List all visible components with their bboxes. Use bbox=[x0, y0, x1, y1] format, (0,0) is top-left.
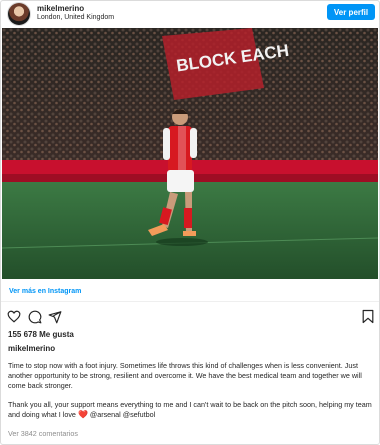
caption-paragraph-2-text: Thank you all, your support means everyt… bbox=[8, 400, 372, 419]
view-comments-link[interactable]: Ver 3842 comentarios bbox=[8, 429, 78, 438]
instagram-embed-card: mikelmerino London, United Kingdom Ver p… bbox=[0, 0, 380, 445]
mention-sefutbol[interactable]: @sefutbol bbox=[123, 410, 155, 419]
post-header: mikelmerino London, United Kingdom Ver p… bbox=[1, 1, 379, 27]
share-icon[interactable] bbox=[48, 310, 62, 324]
comment-icon[interactable] bbox=[28, 310, 42, 324]
bookmark-icon[interactable] bbox=[362, 309, 374, 324]
like-count[interactable]: 155 678 Me gusta bbox=[8, 330, 74, 339]
location[interactable]: London, United Kingdom bbox=[37, 14, 114, 21]
view-profile-button[interactable]: Ver perfil bbox=[327, 4, 375, 20]
caption-author[interactable]: mikelmerino bbox=[8, 344, 55, 353]
caption-paragraph-1: Time to stop now with a foot injury. Som… bbox=[8, 361, 362, 390]
view-more-link[interactable]: Ver más en Instagram bbox=[9, 288, 81, 295]
heart-icon[interactable] bbox=[7, 310, 21, 323]
username[interactable]: mikelmerino bbox=[37, 4, 84, 13]
post-photo[interactable]: BLOCK EACH bbox=[2, 28, 378, 279]
mention-arsenal[interactable]: @arsenal bbox=[90, 410, 121, 419]
avatar[interactable] bbox=[8, 3, 30, 25]
red-heart-emoji: ❤️ bbox=[77, 410, 88, 419]
caption-paragraph-2: Thank you all, your support means everyt… bbox=[8, 400, 372, 420]
post-caption: Time to stop now with a foot injury. Som… bbox=[8, 361, 372, 429]
divider bbox=[1, 301, 379, 302]
photo-illustration: BLOCK EACH bbox=[2, 28, 378, 279]
